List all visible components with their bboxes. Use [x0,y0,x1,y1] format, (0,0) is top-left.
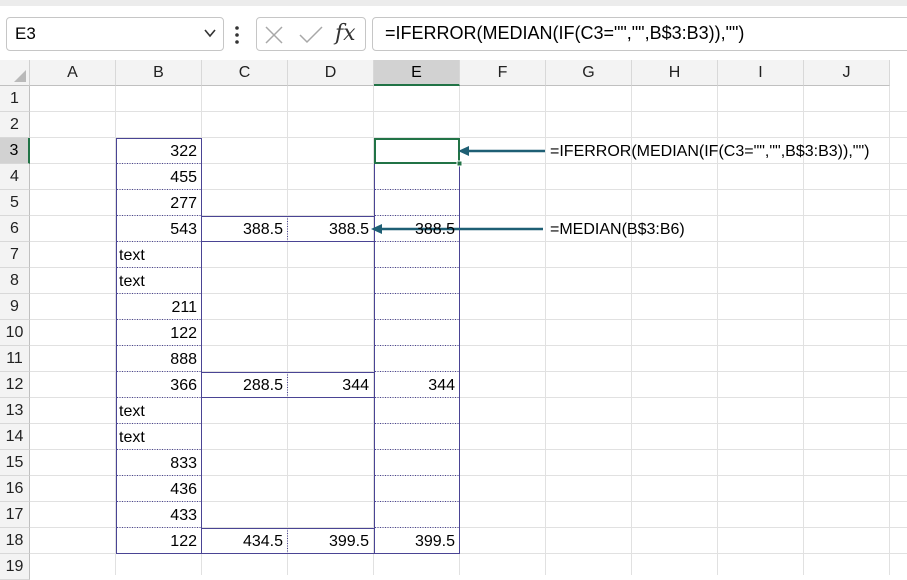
cell-e18[interactable]: 399.5 [377,529,455,555]
row-header-13[interactable]: 13 [0,398,30,424]
row-header-4[interactable]: 4 [0,164,30,190]
formula-buttons: fx [256,17,366,51]
cell-e12[interactable]: 344 [377,373,455,399]
annotation-median-formula: =MEDIAN(B$3:B6) [550,221,685,238]
row-header-9[interactable]: 9 [0,294,30,320]
row-header-14[interactable]: 14 [0,424,30,450]
ribbon-edge [0,0,907,6]
row-header-8[interactable]: 8 [0,268,30,294]
cell-b13[interactable]: text [119,399,197,425]
formula-bar-area: E3 fx =IFERROR(MEDIAN(IF(C3="","",B$3:B3… [0,0,907,60]
more-options-icon[interactable] [234,25,240,45]
formula-text: =IFERROR(MEDIAN(IF(C3="","",B$3:B3)),"") [385,23,745,43]
column-header-i[interactable]: I [718,60,804,86]
cancel-icon[interactable] [264,25,284,45]
row-header-5[interactable]: 5 [0,190,30,216]
cell-d12[interactable]: 344 [291,373,369,399]
cell-b8[interactable]: text [119,269,197,295]
cell-b11[interactable]: 888 [119,347,197,373]
select-all-corner[interactable] [0,60,30,86]
cell-b5[interactable]: 277 [119,191,197,217]
row-header-11[interactable]: 11 [0,346,30,372]
cell-d18[interactable]: 399.5 [291,529,369,555]
cell-c12[interactable]: 288.5 [205,373,283,399]
enter-check-icon[interactable] [299,25,323,45]
cell-b3[interactable]: 322 [119,139,197,165]
row-header-15[interactable]: 15 [0,450,30,476]
column-header-e[interactable]: E [374,60,460,86]
cell-b12[interactable]: 366 [119,373,197,399]
row-header-6[interactable]: 6 [0,216,30,242]
column-header-f[interactable]: F [460,60,546,86]
row-header-7[interactable]: 7 [0,242,30,268]
cell-c6[interactable]: 388.5 [205,217,283,243]
arrow-to-e3 [458,146,545,156]
row-header-12[interactable]: 12 [0,372,30,398]
cell-d6[interactable]: 388.5 [291,217,369,243]
row-header-1[interactable]: 1 [0,86,30,112]
row-header-3[interactable]: 3 [0,138,30,164]
column-header-d[interactable]: D [288,60,374,86]
formula-input[interactable]: =IFERROR(MEDIAN(IF(C3="","",B$3:B3)),"") [372,17,907,51]
column-header-j[interactable]: J [804,60,890,86]
row-header-2[interactable]: 2 [0,112,30,138]
row-header-10[interactable]: 10 [0,320,30,346]
cell-b18[interactable]: 122 [119,529,197,555]
cell-b17[interactable]: 433 [119,503,197,529]
cell-b9[interactable]: 211 [119,295,197,321]
selected-cell-e3[interactable] [374,138,460,164]
cell-c18[interactable]: 434.5 [205,529,283,555]
cell-b7[interactable]: text [119,243,197,269]
cell-b4[interactable]: 455 [119,165,197,191]
column-header-b[interactable]: B [116,60,202,86]
row-header-18[interactable]: 18 [0,528,30,554]
annotation-iferror-formula: =IFERROR(MEDIAN(IF(C3="","",B$3:B3)),"") [550,143,870,160]
spreadsheet-grid: A B C D E F G H I J 1 2 3 4 5 6 7 8 9 10 11 12 13 14 15 16 17 18 19 3… [0,60,907,580]
cell-b16[interactable]: 436 [119,477,197,503]
row-header-16[interactable]: 16 [0,476,30,502]
row-header-17[interactable]: 17 [0,502,30,528]
cell-b10[interactable]: 122 [119,321,197,347]
name-box[interactable]: E3 [6,17,224,51]
cell-b15[interactable]: 833 [119,451,197,477]
fill-handle[interactable] [456,160,463,167]
column-header-c[interactable]: C [202,60,288,86]
name-box-value: E3 [15,24,36,43]
cell-e6[interactable]: 388.5 [377,217,455,243]
chevron-down-icon[interactable] [203,26,217,40]
insert-function-icon[interactable]: fx [335,21,356,46]
column-header-g[interactable]: G [546,60,632,86]
column-header-a[interactable]: A [30,60,116,86]
row-header-19[interactable]: 19 [0,554,30,580]
cell-b14[interactable]: text [119,425,197,451]
cell-b6[interactable]: 543 [119,217,197,243]
column-header-h[interactable]: H [632,60,718,86]
